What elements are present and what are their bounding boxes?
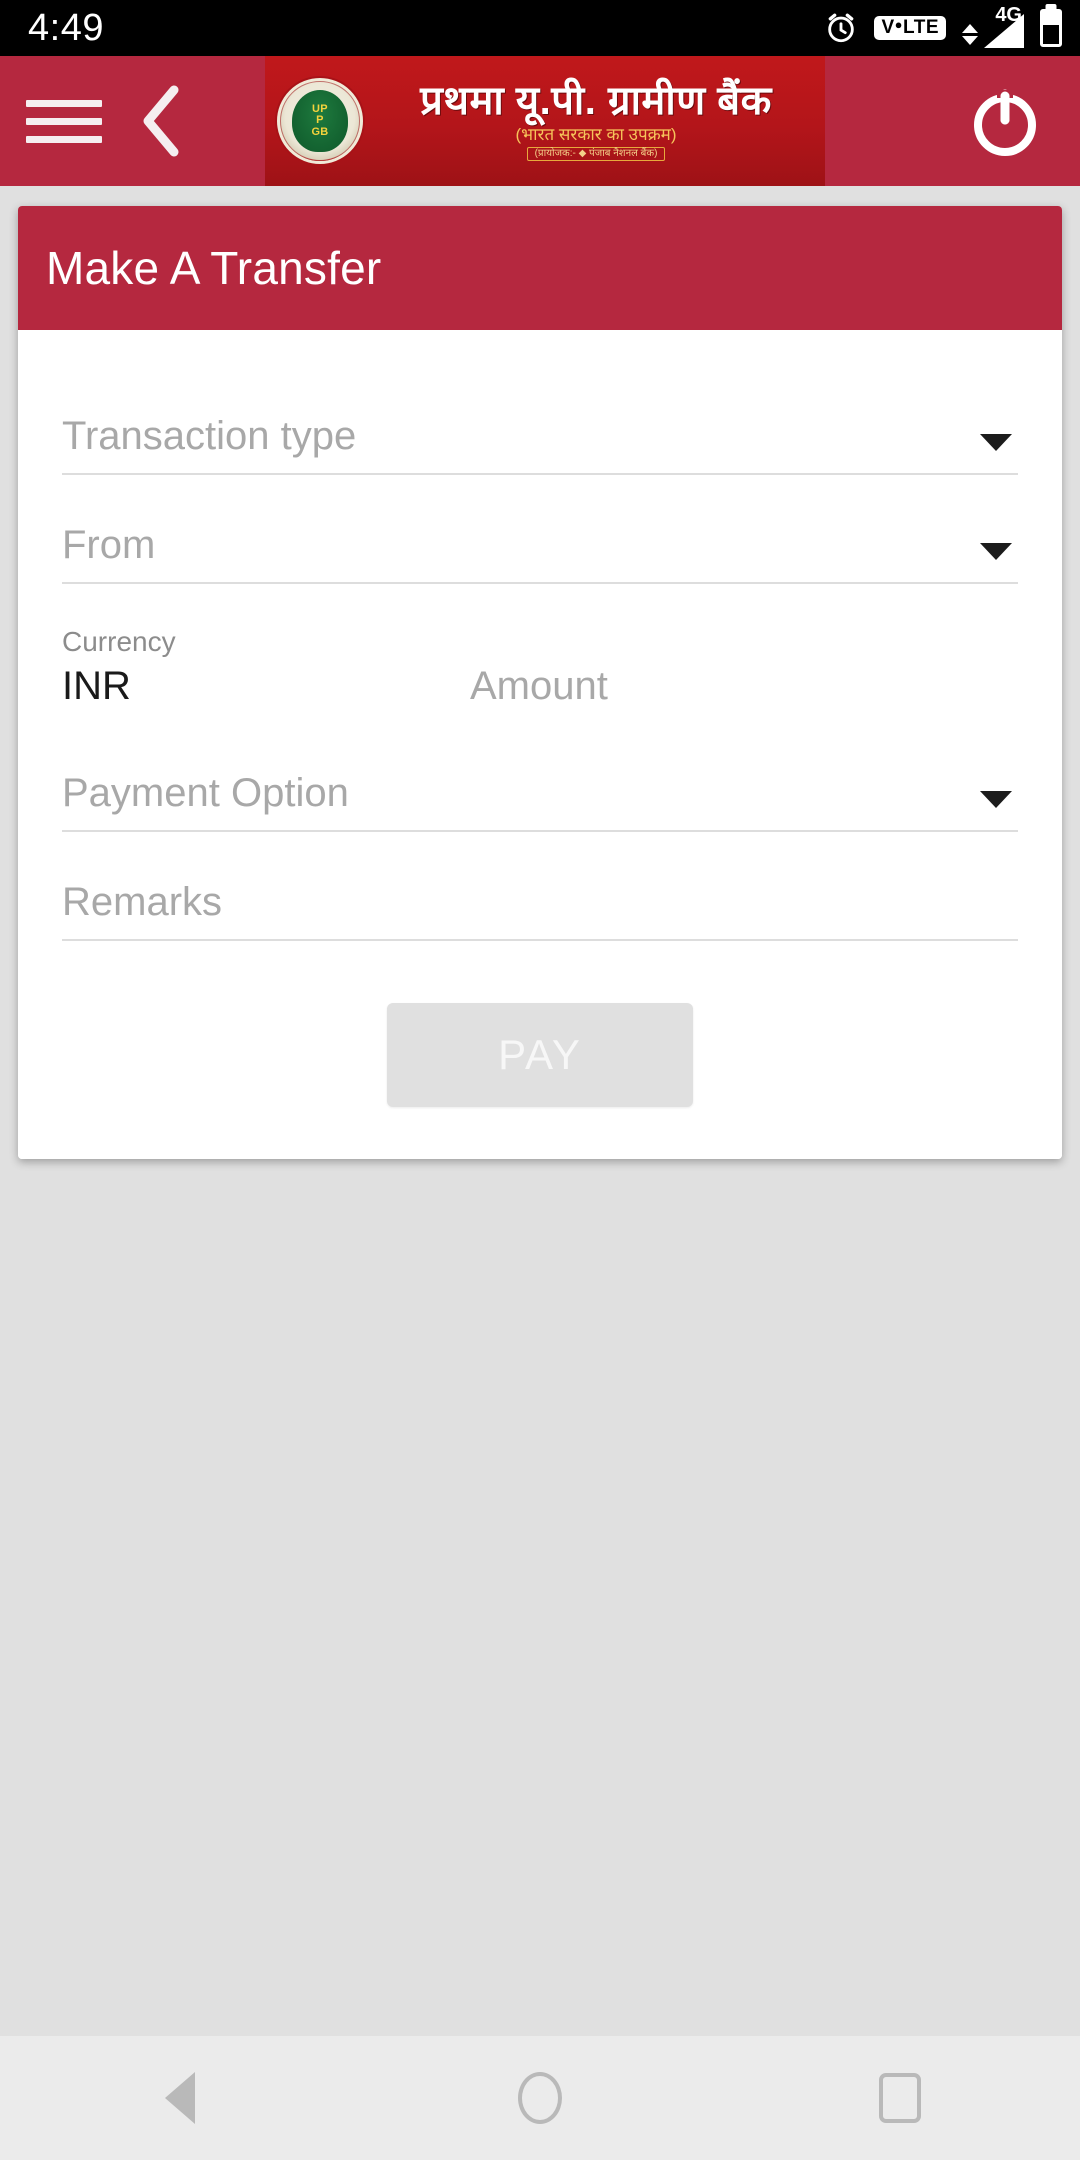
amount-placeholder: Amount	[470, 664, 608, 708]
from-placeholder: From	[62, 523, 156, 567]
app-bar: UP P GB प्रथमा यू.पी. ग्रामीण बैंक (भारत स…	[0, 56, 1080, 186]
system-navigation-bar	[0, 2036, 1080, 2160]
nav-home-button[interactable]	[480, 2036, 600, 2160]
bank-name-main: प्रथमा यू.पी. ग्रामीण बैंक	[420, 79, 772, 123]
nav-back-button[interactable]	[120, 2036, 240, 2160]
pay-button-row: PAY	[62, 1003, 1018, 1107]
volte-text-2: LTE	[903, 17, 939, 39]
home-circle-icon	[518, 2072, 562, 2124]
remarks-placeholder: Remarks	[62, 880, 223, 924]
currency-field: Currency INR	[62, 626, 442, 723]
bank-seal-icon: UP P GB	[277, 78, 363, 164]
from-account-field[interactable]: From	[62, 475, 1018, 584]
battery-icon	[1040, 9, 1062, 47]
status-clock: 4:49	[28, 7, 104, 49]
currency-label: Currency	[62, 626, 176, 657]
currency-amount-row: Currency INR Amount	[62, 584, 1018, 723]
bank-logo-text: प्रथमा यू.पी. ग्रामीण बैंक (भारत सरकार क…	[375, 81, 817, 161]
transaction-type-field[interactable]: Transaction type	[62, 366, 1018, 475]
volte-icon: V ● LTE	[874, 16, 946, 40]
currency-value: INR	[62, 664, 131, 708]
pay-button[interactable]: PAY	[387, 1003, 693, 1107]
power-logout-icon[interactable]	[964, 80, 1046, 162]
transfer-form: Transaction type From Currency INR Amoun…	[18, 330, 1062, 1159]
card-header: Make A Transfer	[18, 206, 1062, 330]
nav-recents-button[interactable]	[840, 2036, 960, 2160]
page-title: Make A Transfer	[46, 242, 382, 294]
bank-name-sub: (भारत सरकार का उपक्रम)	[515, 125, 677, 144]
status-bar: 4:49 V ● LTE 4G	[0, 0, 1080, 56]
chevron-down-icon[interactable]	[980, 543, 1012, 560]
bank-sponsor-label: (प्रायोजक:- ◆ पंजाब नैशनल बैंक)	[526, 147, 666, 161]
chevron-down-icon[interactable]	[980, 791, 1012, 808]
volte-text-1: V	[881, 17, 895, 39]
alarm-icon	[828, 13, 855, 43]
remarks-field[interactable]: Remarks	[62, 832, 1018, 941]
status-icons: V ● LTE 4G	[824, 4, 1062, 48]
phone-screen: 4:49 V ● LTE 4G UP P GB प्रथमा यू.पी. ग्…	[0, 0, 1080, 2160]
transaction-type-placeholder: Transaction type	[62, 414, 357, 458]
payment-option-field[interactable]: Payment Option	[62, 723, 1018, 832]
back-triangle-icon	[165, 2072, 195, 2124]
payment-option-placeholder: Payment Option	[62, 771, 349, 815]
hamburger-menu-icon[interactable]	[26, 89, 102, 154]
signal-icon: 4G	[962, 4, 1024, 48]
make-transfer-card: Make A Transfer Transaction type From Cu…	[18, 206, 1062, 1159]
amount-field[interactable]: Amount	[470, 626, 1018, 723]
recents-square-icon	[879, 2073, 921, 2123]
data-arrows-icon	[962, 24, 978, 45]
chevron-left-icon[interactable]	[126, 84, 196, 158]
chevron-down-icon[interactable]	[980, 434, 1012, 451]
bank-logo-banner: UP P GB प्रथमा यू.पी. ग्रामीण बैंक (भारत स…	[265, 56, 825, 186]
